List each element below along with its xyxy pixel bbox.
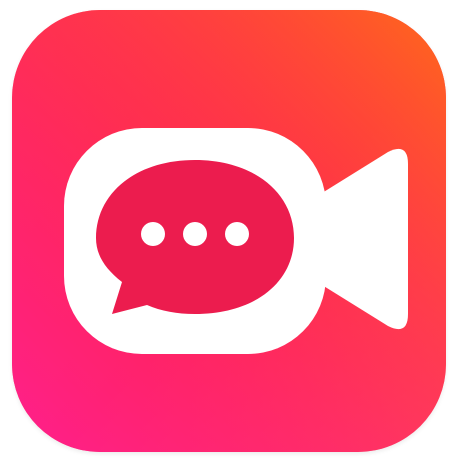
- app-icon[interactable]: [12, 10, 446, 452]
- dot-3: [225, 222, 249, 246]
- dot-2: [183, 222, 207, 246]
- screen: [0, 0, 455, 459]
- video-chat-icon: [12, 10, 446, 452]
- dot-1: [141, 222, 165, 246]
- ellipsis-icon: [141, 222, 249, 246]
